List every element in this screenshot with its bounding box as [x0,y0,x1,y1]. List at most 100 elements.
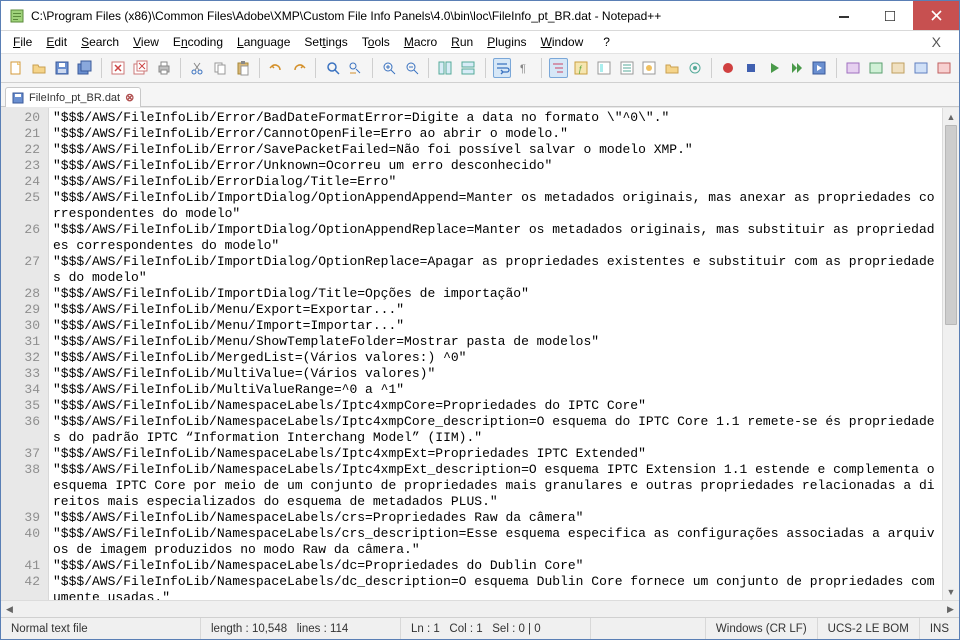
code-line[interactable]: "$$$/AWS/FileInfoLib/Menu/Import=Importa… [53,318,938,334]
code-line[interactable]: "$$$/AWS/FileInfoLib/MultiValue=(Vários … [53,366,938,382]
monitoring-icon[interactable] [685,58,704,78]
userlang-icon[interactable]: ƒ [572,58,591,78]
horizontal-scrollbar[interactable]: ◀ ▶ [1,600,959,617]
toolbar-separator [259,58,260,78]
code-line[interactable]: "$$$/AWS/FileInfoLib/ErrorDialog/Title=E… [53,174,938,190]
open-file-icon[interactable] [30,58,49,78]
code-line[interactable]: "$$$/AWS/FileInfoLib/NamespaceLabels/Ipt… [53,446,938,462]
scroll-left-icon[interactable]: ◀ [1,601,18,617]
sync-v-icon[interactable] [436,58,455,78]
code-line[interactable]: "$$$/AWS/FileInfoLib/Error/BadDateFormat… [53,110,938,126]
scroll-right-icon[interactable]: ▶ [942,601,959,617]
menu-plugins[interactable]: Plugins [481,33,532,51]
folder-workspace-icon[interactable] [663,58,682,78]
status-filetype: Normal text file [1,618,201,639]
code-line[interactable]: "$$$/AWS/FileInfoLib/ImportDialog/Title=… [53,286,938,302]
vertical-scrollbar[interactable]: ▲ ▼ [942,108,959,600]
close-button[interactable] [913,1,959,30]
hscroll-track[interactable] [18,601,942,617]
close-all-icon[interactable] [132,58,151,78]
replace-icon[interactable] [346,58,365,78]
close-file-icon[interactable] [109,58,128,78]
scroll-up-icon[interactable]: ▲ [943,108,959,125]
redo-icon[interactable] [290,58,309,78]
tab-close-icon[interactable]: ⊗ [125,91,134,104]
stop-macro-icon[interactable] [742,58,761,78]
toolbar-separator [101,58,102,78]
zoom-in-icon[interactable] [380,58,399,78]
menu-language[interactable]: Language [231,33,296,51]
code-line[interactable]: "$$$/AWS/FileInfoLib/Error/CannotOpenFil… [53,126,938,142]
code-line[interactable]: "$$$/AWS/FileInfoLib/MultiValueRange=^0 … [53,382,938,398]
play-multi-icon[interactable] [787,58,806,78]
menu-settings[interactable]: Settings [298,33,353,51]
menu-window[interactable]: Window [535,33,590,51]
toolbar-extra-5-icon[interactable] [935,58,954,78]
toolbar-extra-1-icon[interactable] [844,58,863,78]
save-macro-icon[interactable] [810,58,829,78]
code-line[interactable]: "$$$/AWS/FileInfoLib/NamespaceLabels/Ipt… [53,414,938,446]
code-line[interactable]: "$$$/AWS/FileInfoLib/MergedList=(Vários … [53,350,938,366]
toolbar-extra-4-icon[interactable] [912,58,931,78]
code-line[interactable]: "$$$/AWS/FileInfoLib/ImportDialog/Option… [53,222,938,254]
find-icon[interactable] [323,58,342,78]
menu-macro[interactable]: Macro [398,33,443,51]
menu-tools[interactable]: Tools [356,33,396,51]
menu-run[interactable]: Run [445,33,479,51]
undo-icon[interactable] [267,58,286,78]
scroll-down-icon[interactable]: ▼ [943,583,959,600]
wordwrap-icon[interactable] [493,58,512,78]
code-line[interactable]: "$$$/AWS/FileInfoLib/Error/SavePacketFai… [53,142,938,158]
menu-help[interactable]: ? [597,33,616,51]
code-line[interactable]: "$$$/AWS/FileInfoLib/NamespaceLabels/crs… [53,526,938,558]
code-line[interactable]: "$$$/AWS/FileInfoLib/NamespaceLabels/dc_… [53,574,938,600]
function-list-icon[interactable] [640,58,659,78]
menu-file[interactable]: File [7,33,38,51]
maximize-button[interactable] [867,1,913,30]
window-title: C:\Program Files (x86)\Common Files\Adob… [31,9,821,23]
indent-guide-icon[interactable] [549,58,568,78]
print-icon[interactable] [154,58,173,78]
code-line[interactable]: "$$$/AWS/FileInfoLib/ImportDialog/Option… [53,254,938,286]
paste-icon[interactable] [233,58,252,78]
tab-active[interactable]: FileInfo_pt_BR.dat ⊗ [5,87,141,107]
scroll-thumb[interactable] [945,125,957,325]
status-length: length : 10,548 lines : 114 [201,618,401,639]
doc-list-icon[interactable] [617,58,636,78]
scroll-track[interactable] [943,125,959,583]
play-macro-icon[interactable] [765,58,784,78]
status-encoding[interactable]: UCS-2 LE BOM [818,618,920,639]
toolbar-extra-3-icon[interactable] [889,58,908,78]
sync-h-icon[interactable] [459,58,478,78]
status-eol[interactable]: Windows (CR LF) [706,618,818,639]
code-line[interactable]: "$$$/AWS/FileInfoLib/Menu/Export=Exporta… [53,302,938,318]
menu-view[interactable]: View [127,33,165,51]
show-all-chars-icon[interactable]: ¶ [515,58,534,78]
menu-search[interactable]: Search [75,33,125,51]
code-line[interactable]: "$$$/AWS/FileInfoLib/NamespaceLabels/Ipt… [53,462,938,510]
menu-close-doc[interactable]: X [920,34,953,50]
doc-map-icon[interactable] [595,58,614,78]
save-icon[interactable] [52,58,71,78]
code-content[interactable]: "$$$/AWS/FileInfoLib/Error/BadDateFormat… [49,108,942,600]
menu-encoding[interactable]: Encoding [167,33,229,51]
minimize-button[interactable] [821,1,867,30]
toolbar-separator [315,58,316,78]
code-line[interactable]: "$$$/AWS/FileInfoLib/Menu/ShowTemplateFo… [53,334,938,350]
copy-icon[interactable] [211,58,230,78]
code-line[interactable]: "$$$/AWS/FileInfoLib/Error/Unknown=Ocorr… [53,158,938,174]
status-mode[interactable]: INS [920,618,959,639]
code-line[interactable]: "$$$/AWS/FileInfoLib/NamespaceLabels/crs… [53,510,938,526]
zoom-out-icon[interactable] [402,58,421,78]
new-file-icon[interactable] [7,58,26,78]
toolbar-extra-2-icon[interactable] [866,58,885,78]
save-all-icon[interactable] [75,58,94,78]
code-line[interactable]: "$$$/AWS/FileInfoLib/NamespaceLabels/Ipt… [53,398,938,414]
app-window: C:\Program Files (x86)\Common Files\Adob… [0,0,960,640]
cut-icon[interactable] [188,58,207,78]
code-line[interactable]: "$$$/AWS/FileInfoLib/ImportDialog/Option… [53,190,938,222]
menu-edit[interactable]: Edit [40,33,73,51]
status-bar: Normal text file length : 10,548 lines :… [1,617,959,639]
code-line[interactable]: "$$$/AWS/FileInfoLib/NamespaceLabels/dc=… [53,558,938,574]
record-macro-icon[interactable] [719,58,738,78]
